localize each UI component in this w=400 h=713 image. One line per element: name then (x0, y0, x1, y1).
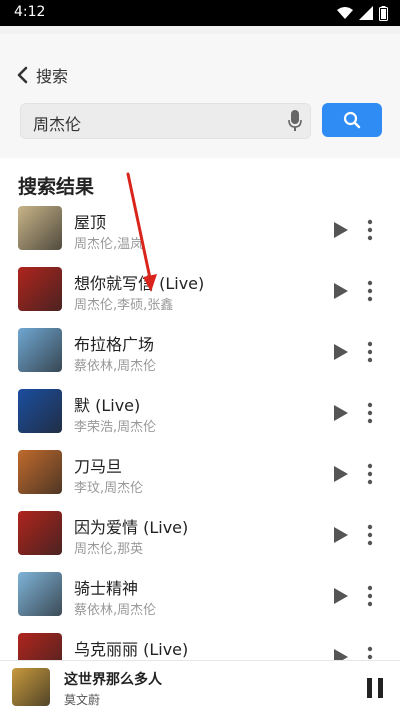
song-title: 想你就写信 (Live) (74, 274, 205, 293)
more-vert-icon[interactable] (362, 218, 378, 242)
song-title: 默 (Live) (74, 396, 141, 415)
play-icon[interactable] (333, 282, 349, 300)
now-playing-bar[interactable]: 这世界那么多人 莫文蔚 (0, 660, 400, 713)
list-item[interactable]: 默 (Live) 李荣浩,周杰伦 (0, 383, 400, 443)
list-item[interactable]: 乌克丽丽 (Live) (0, 627, 400, 660)
search-button[interactable] (322, 103, 382, 137)
back-label: 搜索 (36, 67, 69, 86)
more-vert-icon[interactable] (362, 523, 378, 547)
signal-icon (359, 6, 373, 20)
album-cover (18, 328, 62, 372)
status-icons (337, 5, 388, 21)
play-icon[interactable] (333, 221, 349, 239)
search-icon (343, 111, 361, 129)
top-divider (0, 26, 400, 34)
song-title: 布拉格广场 (74, 335, 155, 354)
chevron-left-icon (17, 66, 28, 84)
play-icon[interactable] (333, 343, 349, 361)
play-icon[interactable] (333, 587, 349, 605)
battery-icon (379, 5, 388, 21)
now-playing-cover (12, 668, 50, 706)
more-vert-icon[interactable] (362, 340, 378, 364)
list-item[interactable]: 想你就写信 (Live) 周杰伦,李硕,张鑫 (0, 261, 400, 321)
list-item[interactable]: 刀马旦 李玟,周杰伦 (0, 444, 400, 504)
song-title: 乌克丽丽 (Live) (74, 640, 189, 659)
song-title: 骑士精神 (74, 579, 139, 598)
results-title: 搜索结果 (18, 176, 95, 198)
song-artist: 周杰伦,温岚 (74, 237, 144, 252)
list-item[interactable]: 布拉格广场 蔡依林,周杰伦 (0, 322, 400, 382)
album-cover (18, 511, 62, 555)
play-icon[interactable] (333, 648, 349, 660)
song-artist: 蔡依林,周杰伦 (74, 359, 157, 374)
play-icon[interactable] (333, 404, 349, 422)
song-title: 屋顶 (74, 213, 107, 232)
search-input[interactable]: 周杰伦 (20, 103, 311, 139)
song-artist: 李荣浩,周杰伦 (74, 420, 157, 435)
song-title: 刀马旦 (74, 457, 123, 476)
list-item[interactable]: 屋顶 周杰伦,温岚 (0, 200, 400, 260)
album-cover (18, 389, 62, 433)
now-playing-title: 这世界那么多人 (64, 672, 162, 688)
more-vert-icon[interactable] (362, 584, 378, 608)
more-vert-icon[interactable] (362, 279, 378, 303)
play-icon[interactable] (333, 465, 349, 483)
album-cover (18, 206, 62, 250)
song-artist: 蔡依林,周杰伦 (74, 603, 157, 618)
status-time: 4:12 (14, 4, 46, 20)
list-item[interactable]: 骑士精神 蔡依林,周杰伦 (0, 566, 400, 626)
song-artist: 周杰伦,那英 (74, 542, 144, 557)
album-cover (18, 572, 62, 616)
play-icon[interactable] (333, 526, 349, 544)
list-item[interactable]: 因为爱情 (Live) 周杰伦,那英 (0, 505, 400, 565)
song-artist: 李玟,周杰伦 (74, 481, 144, 496)
album-cover (18, 267, 62, 311)
album-cover (18, 450, 62, 494)
pause-icon[interactable] (366, 677, 384, 699)
now-playing-artist: 莫文蔚 (64, 693, 101, 707)
results-list: 屋顶 周杰伦,温岚 想你就写信 (Live) 周杰伦,李硕,张鑫 布拉格广场 蔡… (0, 200, 400, 660)
status-bar: 4:12 (0, 0, 400, 26)
song-title: 因为爱情 (Live) (74, 518, 189, 537)
more-vert-icon[interactable] (362, 462, 378, 486)
back-button[interactable]: 搜索 (16, 62, 68, 88)
album-cover (18, 633, 62, 660)
microphone-icon[interactable] (288, 110, 302, 132)
wifi-icon (337, 7, 353, 19)
song-artist: 周杰伦,李硕,张鑫 (74, 298, 174, 313)
more-vert-icon[interactable] (362, 645, 378, 660)
search-input-value[interactable]: 周杰伦 (33, 111, 81, 135)
search-header (0, 34, 400, 158)
more-vert-icon[interactable] (362, 401, 378, 425)
